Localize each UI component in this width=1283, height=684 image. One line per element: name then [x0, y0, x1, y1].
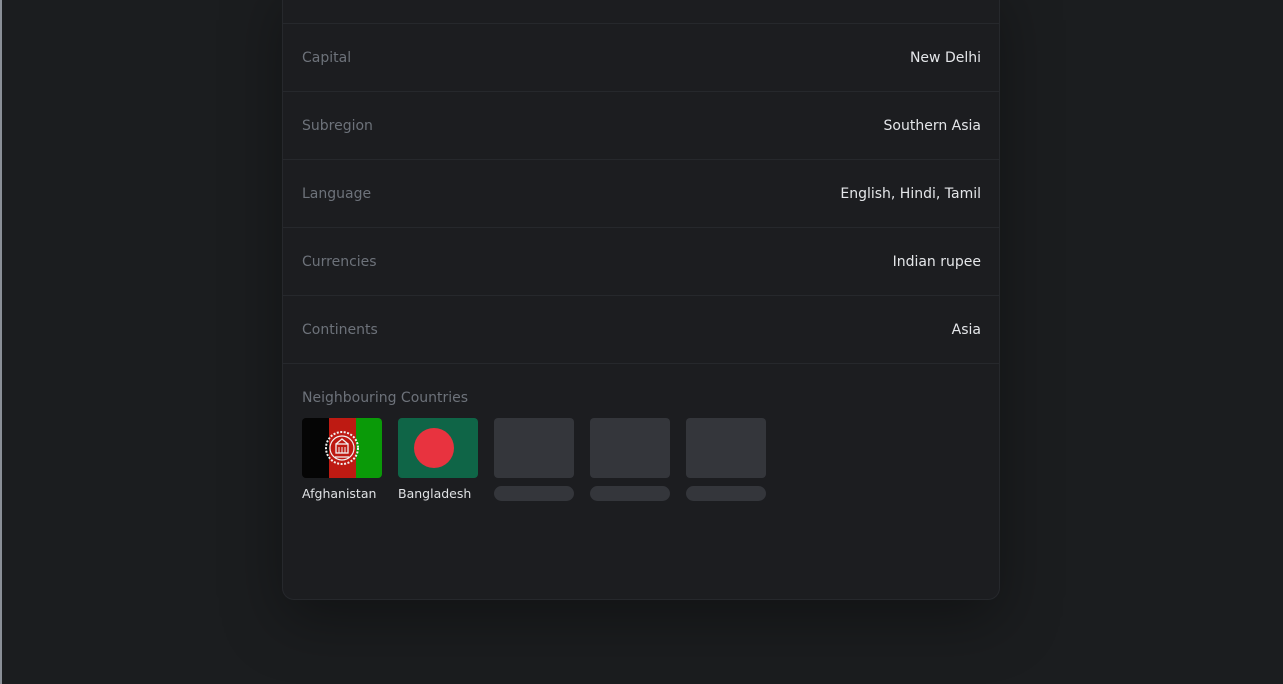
detail-label: Subregion [302, 117, 373, 134]
detail-value: Indian rupee [892, 253, 981, 270]
flag-skeleton [590, 418, 670, 478]
bangladesh-flag-icon[interactable] [398, 418, 478, 478]
neighbour-country-afghanistan[interactable]: Afghanistan [302, 418, 382, 501]
country-details-card: Capital New Delhi Subregion Southern Asi… [282, 0, 1000, 600]
flag-skeleton [494, 418, 574, 478]
detail-label: Continents [302, 321, 378, 338]
neighbour-loading-placeholder [494, 418, 574, 501]
neighbour-flags-list: Afghanistan Bangladesh [302, 418, 766, 501]
detail-value: English, Hindi, Tamil [840, 185, 981, 202]
detail-row-language: Language English, Hindi, Tamil [283, 159, 999, 227]
detail-label: Language [302, 185, 372, 202]
detail-row-capital: Capital New Delhi [283, 23, 999, 91]
neighbouring-countries-section: Neighbouring Countries Afghanistan Bangl… [302, 388, 982, 501]
window-edge [0, 0, 2, 684]
detail-label: Currencies [302, 253, 377, 270]
detail-value: Southern Asia [883, 117, 981, 134]
detail-value: New Delhi [909, 49, 981, 66]
name-skeleton [686, 486, 766, 501]
neighbour-loading-placeholder [686, 418, 766, 501]
name-skeleton [494, 486, 574, 501]
detail-row-continents: Continents Asia [283, 295, 999, 363]
detail-row-currencies: Currencies Indian rupee [283, 227, 999, 295]
detail-value: Asia [951, 321, 981, 338]
neighbour-loading-placeholder [590, 418, 670, 501]
country-name: Bangladesh [398, 486, 472, 501]
divider [283, 363, 999, 364]
detail-row-subregion: Subregion Southern Asia [283, 91, 999, 159]
detail-label: Capital [302, 49, 352, 66]
neighbour-country-bangladesh[interactable]: Bangladesh [398, 418, 478, 501]
flag-skeleton [686, 418, 766, 478]
afghanistan-flag-icon[interactable] [302, 418, 382, 478]
country-name: Afghanistan [302, 486, 377, 501]
name-skeleton [590, 486, 670, 501]
section-title: Neighbouring Countries [302, 390, 469, 406]
